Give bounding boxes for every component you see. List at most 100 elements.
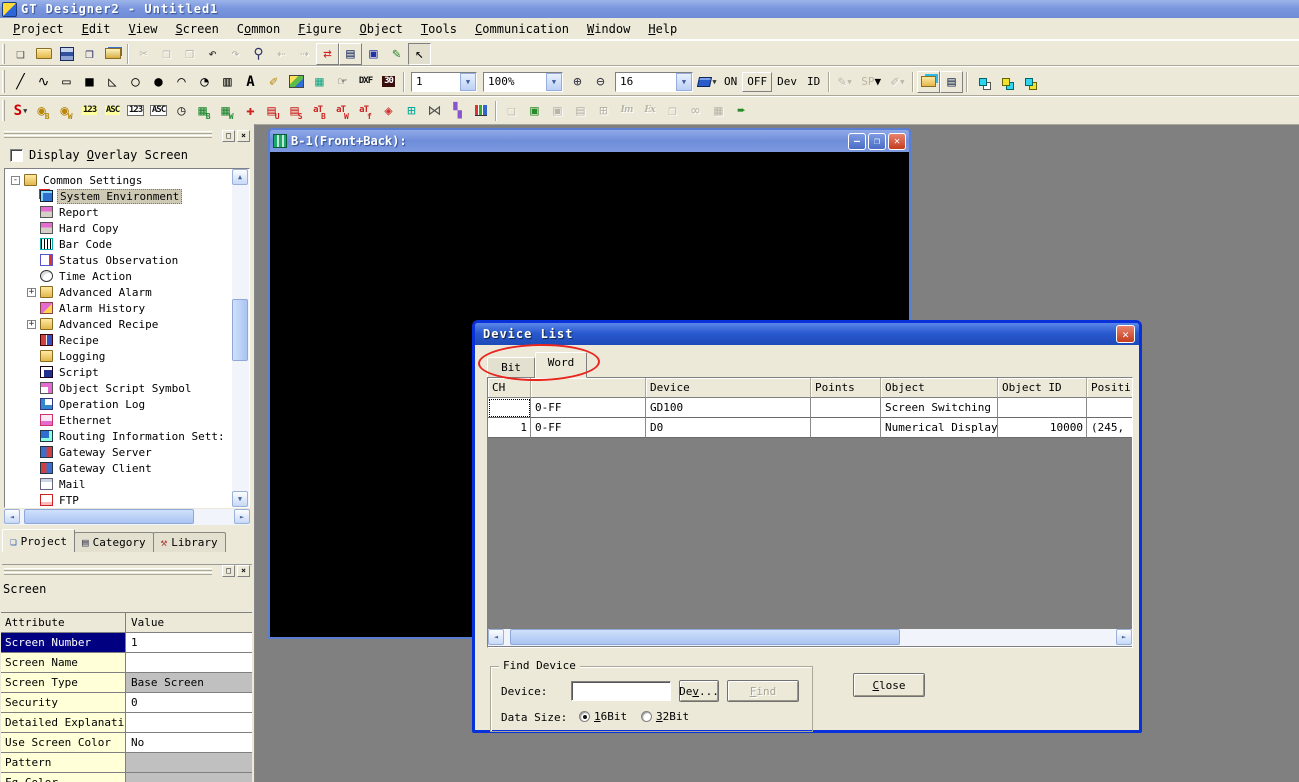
- export-button[interactable]: Ex: [638, 100, 661, 122]
- edit-vertex-button-dropdown-icon[interactable]: ▼: [847, 78, 851, 86]
- tree-item-status-observation[interactable]: Status Observation: [7, 252, 231, 268]
- numerical-input-button[interactable]: 123: [124, 100, 147, 122]
- parts-movement-button[interactable]: ⋈: [423, 100, 446, 122]
- screen-list-button[interactable]: ▤: [339, 43, 362, 65]
- tab-library[interactable]: ⚒Library: [153, 532, 226, 552]
- menu-tools[interactable]: Tools: [412, 20, 466, 38]
- col-header-object-id[interactable]: Object ID: [998, 378, 1087, 398]
- menu-object[interactable]: Object: [351, 20, 412, 38]
- tree-item-script[interactable]: Script: [7, 364, 231, 380]
- menu-help[interactable]: Help: [639, 20, 686, 38]
- fill-color-button[interactable]: ▼: [696, 71, 719, 93]
- id-display-button[interactable]: ID: [802, 72, 825, 92]
- polyline-button[interactable]: ∿: [32, 71, 55, 93]
- tree-item-bar-code[interactable]: Bar Code: [7, 236, 231, 252]
- menu-screen[interactable]: Screen: [166, 20, 227, 38]
- screen-image-list-button[interactable]: ▣: [362, 43, 385, 65]
- previous-screen-button[interactable]: ⇠: [270, 43, 293, 65]
- stack-back-button[interactable]: [1017, 71, 1040, 93]
- find-button[interactable]: Find: [727, 680, 799, 702]
- device-list-titlebar[interactable]: Device List ✕: [475, 323, 1139, 345]
- col-header-positi[interactable]: Positi: [1087, 378, 1133, 398]
- tree-item-ftp[interactable]: FTP: [7, 492, 231, 508]
- zoom-in-button[interactable]: ⊕: [566, 71, 589, 93]
- stamp-button[interactable]: ✐▼: [886, 71, 909, 93]
- new-project-button[interactable]: ❏: [9, 43, 32, 65]
- tree-item-report[interactable]: Report: [7, 204, 231, 220]
- tree-item-gateway-server[interactable]: Gateway Server: [7, 444, 231, 460]
- open-screen-button[interactable]: [101, 43, 124, 65]
- collapse-icon[interactable]: -: [11, 176, 20, 185]
- screen-number-combo[interactable]: 1▼: [411, 72, 477, 92]
- value-cell[interactable]: [126, 653, 252, 672]
- device-table-hscrollbar[interactable]: ◄ ►: [488, 629, 1132, 646]
- menu-view[interactable]: View: [120, 20, 167, 38]
- import-button[interactable]: Im: [615, 100, 638, 122]
- tree-item-common-settings[interactable]: -Common Settings: [7, 172, 231, 188]
- col-header-blank[interactable]: [531, 378, 646, 398]
- device-list-close-icon[interactable]: ✕: [1116, 325, 1135, 343]
- find-object-button[interactable]: ∞: [684, 100, 707, 122]
- tree-item-operation-log[interactable]: Operation Log: [7, 396, 231, 412]
- color-count-combo-dropdown-icon[interactable]: ▼: [676, 73, 692, 91]
- front-back-display-button[interactable]: [917, 71, 940, 93]
- layer-select-button[interactable]: ▣: [546, 100, 569, 122]
- tree-hscrollbar[interactable]: ◄ ►: [4, 509, 250, 525]
- b1-window-titlebar[interactable]: B-1(Front+Back): – ❐ ✕: [270, 130, 909, 152]
- display-overlay-checkbox[interactable]: [10, 149, 23, 162]
- preview-button[interactable]: ❐: [661, 100, 684, 122]
- b1-close-button[interactable]: ✕: [888, 133, 906, 150]
- b1-maximize-button[interactable]: ❐: [868, 133, 886, 150]
- word-lamp-button[interactable]: ◉W: [55, 100, 78, 122]
- tree-item-advanced-recipe[interactable]: +Advanced Recipe: [7, 316, 231, 332]
- trend-graph-button[interactable]: ▚: [446, 100, 469, 122]
- color-count-combo[interactable]: 16▼: [615, 72, 693, 92]
- value-cell[interactable]: [126, 773, 252, 782]
- attr-row-fg-color[interactable]: Fg Color: [1, 773, 252, 782]
- set-overlay-button[interactable]: ▣: [523, 100, 546, 122]
- attr-row-screen-name[interactable]: Screen Name: [1, 653, 252, 673]
- tree-item-ethernet[interactable]: Ethernet: [7, 412, 231, 428]
- sp-button[interactable]: SP▼: [856, 72, 886, 92]
- attr-row-security[interactable]: Security0: [1, 693, 252, 713]
- stamp-button-dropdown-icon[interactable]: ▼: [900, 78, 904, 86]
- menu-edit[interactable]: Edit: [73, 20, 120, 38]
- comment-bit-button[interactable]: aTB: [308, 100, 331, 122]
- on-button[interactable]: ON: [719, 72, 742, 92]
- b1-minimize-button[interactable]: –: [848, 133, 866, 150]
- edit-vertex-button[interactable]: ✎▼: [833, 71, 856, 93]
- col-header-device[interactable]: Device: [646, 378, 811, 398]
- tree-item-alarm-history[interactable]: Alarm History: [7, 300, 231, 316]
- value-cell[interactable]: [126, 753, 252, 772]
- open-project-button[interactable]: [32, 43, 55, 65]
- menu-figure[interactable]: Figure: [289, 20, 350, 38]
- word-comment-button[interactable]: ▦W: [216, 100, 239, 122]
- tb2-grip[interactable]: [2, 70, 5, 93]
- attr-row-screen-type[interactable]: Screen TypeBase Screen: [1, 673, 252, 693]
- screen-panel-float-button[interactable]: □: [222, 565, 235, 577]
- device-table-hscroll-thumb[interactable]: [510, 629, 900, 645]
- alarm-display-button[interactable]: ✚: [239, 100, 262, 122]
- device-search-input[interactable]: [571, 681, 671, 701]
- tree-scroll-right-button[interactable]: ►: [234, 509, 250, 524]
- project-panel-float-button[interactable]: □: [222, 130, 235, 142]
- tree-item-gateway-client[interactable]: Gateway Client: [7, 460, 231, 476]
- switch-object-button[interactable]: S▼: [9, 100, 32, 122]
- menu-common[interactable]: Common: [228, 20, 289, 38]
- tree-scroll-left-button[interactable]: ◄: [4, 509, 20, 524]
- device-row-2[interactable]: 10-FFD0Numerical Display10000(245,: [488, 418, 1132, 438]
- attr-row-detailed-explanation[interactable]: Detailed Explanation: [1, 713, 252, 733]
- expand-icon[interactable]: +: [27, 288, 36, 297]
- draw-figure-button[interactable]: ✎: [385, 43, 408, 65]
- value-cell[interactable]: 0: [126, 693, 252, 712]
- bar-graph-button[interactable]: [469, 100, 492, 122]
- line-button[interactable]: ╱: [9, 71, 32, 93]
- data-view-button[interactable]: ⊞: [592, 100, 615, 122]
- zoom-combo[interactable]: 100%▼: [483, 72, 563, 92]
- filled-rectangle-button[interactable]: ■: [78, 71, 101, 93]
- attr-row-screen-number[interactable]: Screen Number1: [1, 633, 252, 653]
- zoom-combo-dropdown-icon[interactable]: ▼: [546, 73, 562, 91]
- zoom-out-button[interactable]: ⊖: [589, 71, 612, 93]
- undo-button[interactable]: ↶: [201, 43, 224, 65]
- rectangle-button[interactable]: ▭: [55, 71, 78, 93]
